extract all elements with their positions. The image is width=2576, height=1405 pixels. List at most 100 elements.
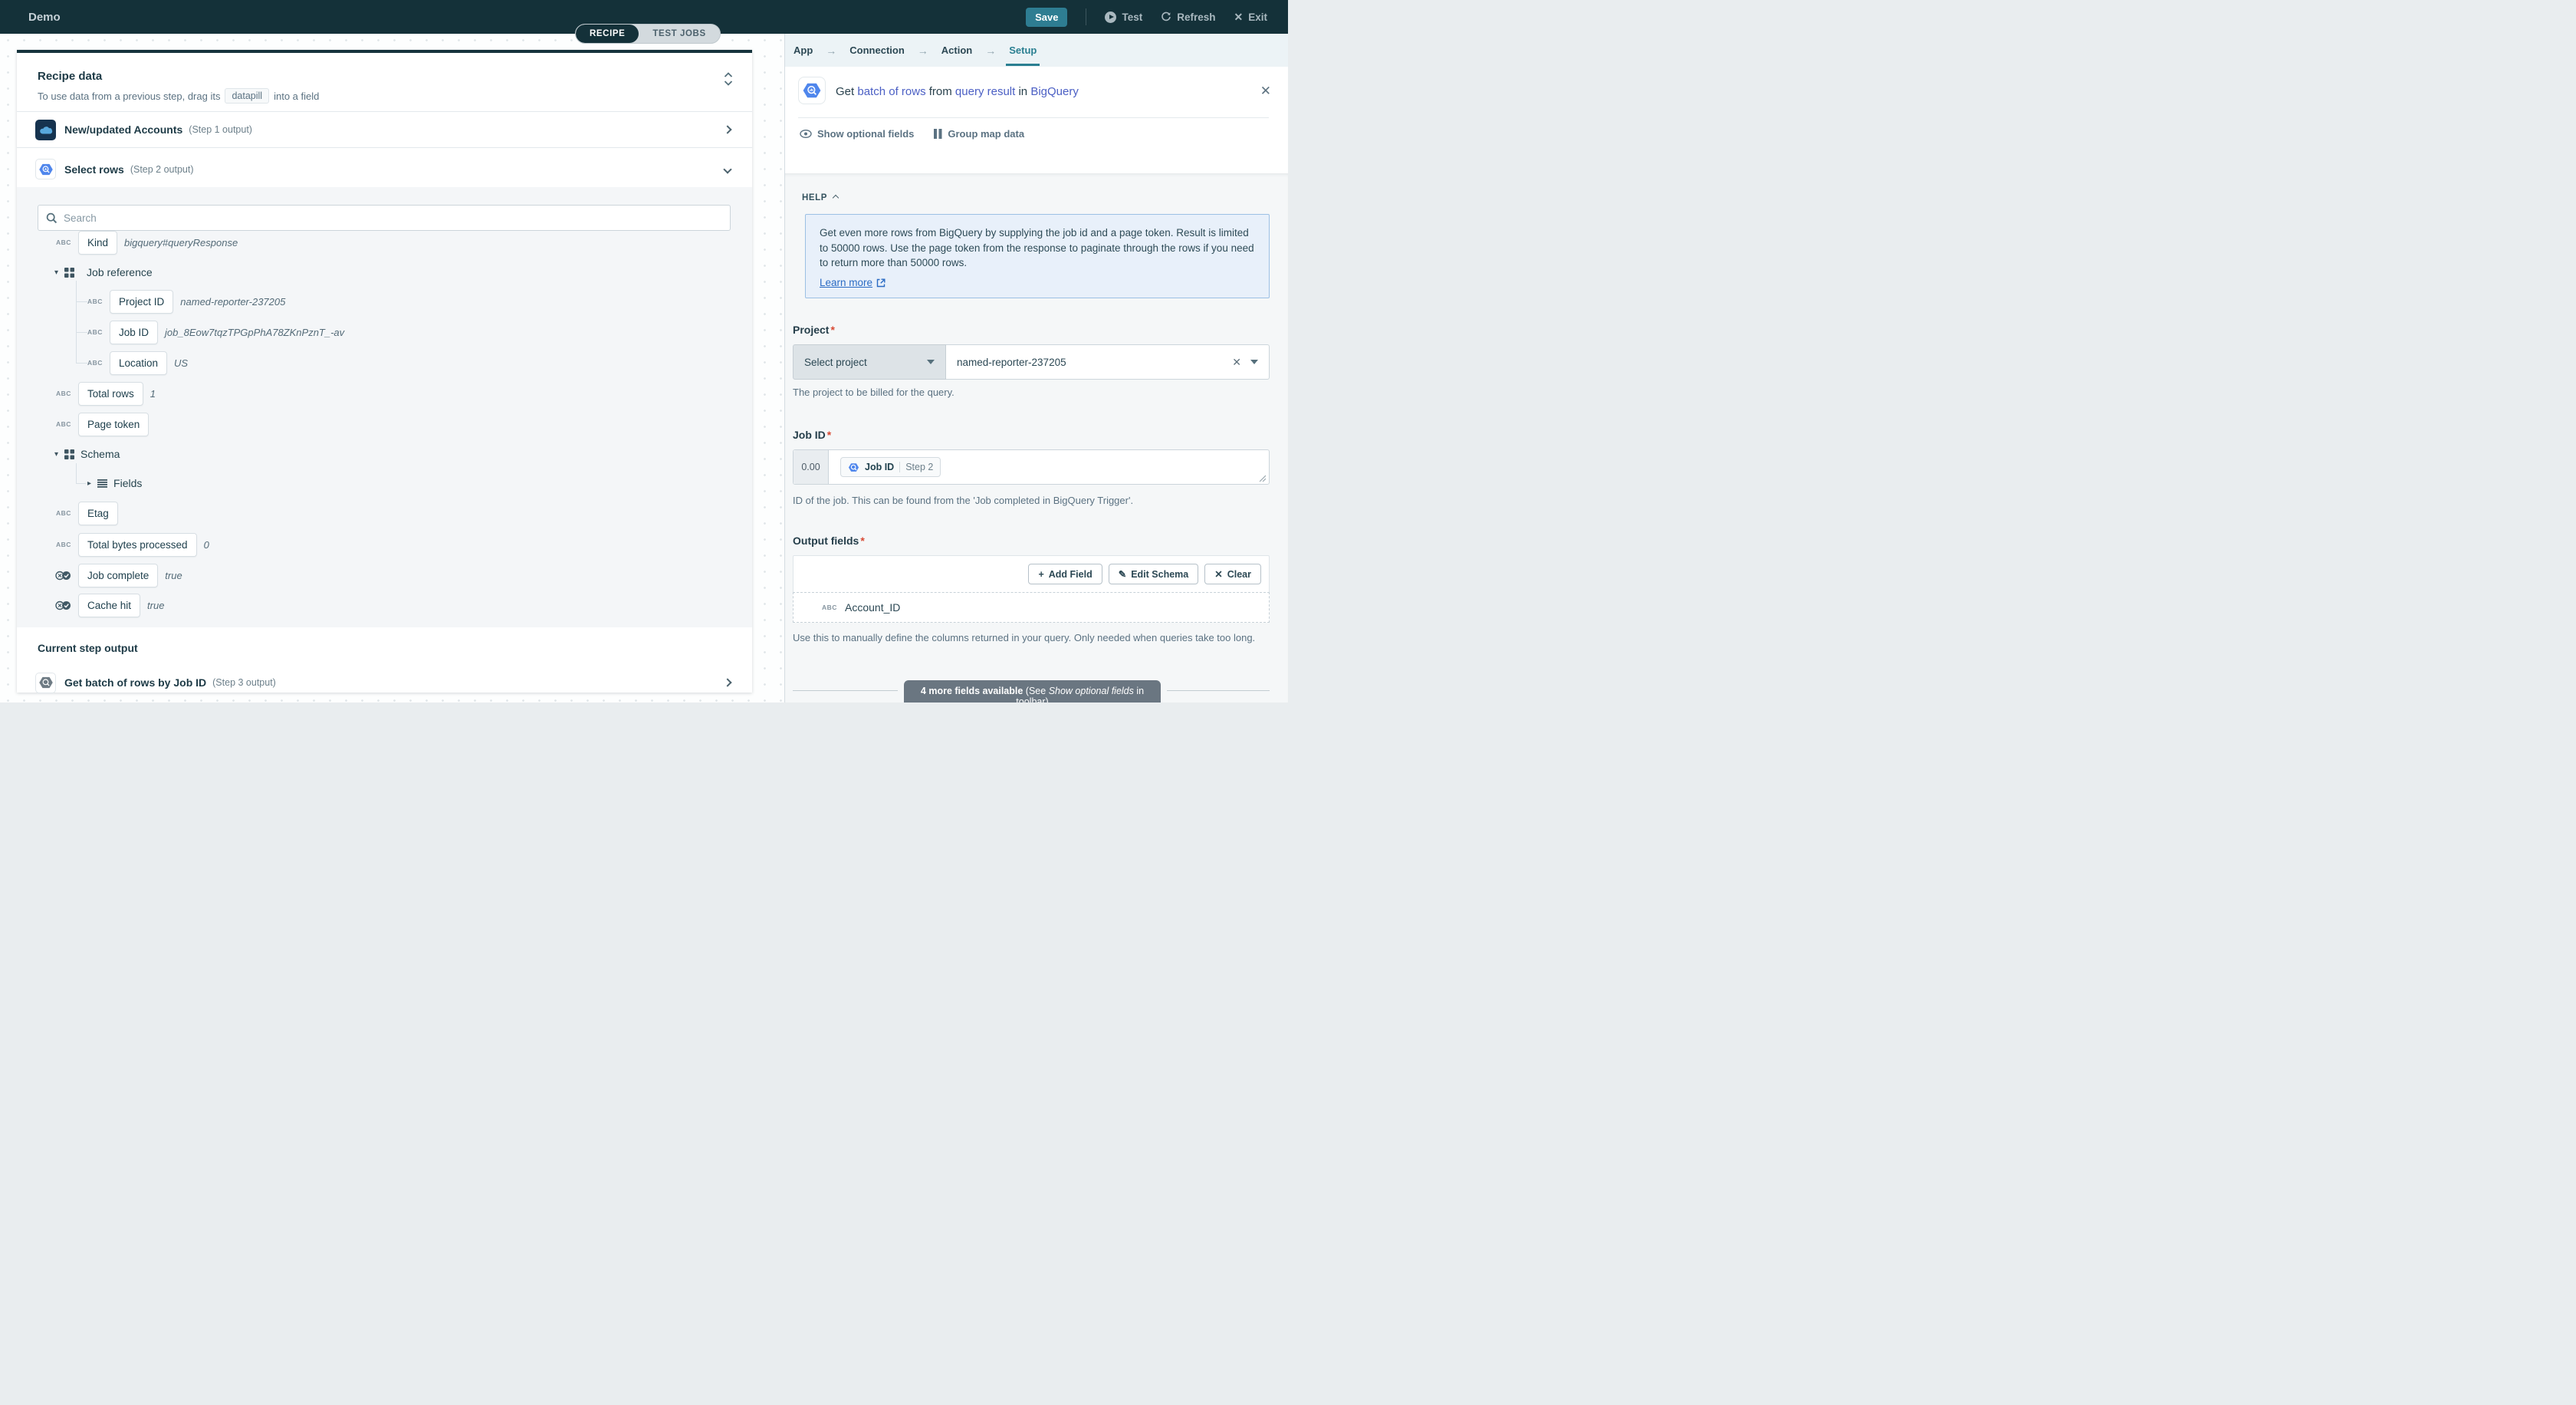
search-input[interactable] <box>64 212 722 224</box>
action-link-batch-of-rows[interactable]: batch of rows <box>857 85 925 98</box>
recipe-data-subtitle: To use data from a previous step, drag i… <box>38 88 319 104</box>
project-helper: The project to be billed for the query. <box>793 387 955 398</box>
step3-label: Get batch of rows by Job ID <box>64 676 206 689</box>
output-fields-helper: Use this to manually define the columns … <box>793 632 1255 643</box>
datapill-row-page-token: ABC Page token <box>56 410 149 438</box>
setup-form: HELP Get even more rows from BigQuery by… <box>785 173 1288 702</box>
collapse-expand-icon[interactable] <box>723 71 734 87</box>
required-asterisk: * <box>860 535 864 547</box>
step3-note: (Step 3 output) <box>212 677 276 688</box>
text-type-icon: ABC <box>822 604 837 611</box>
group-job-reference[interactable]: ▾ Job reference <box>54 262 153 283</box>
datapill-kind[interactable]: Kind <box>78 231 117 255</box>
clear-icon[interactable]: ✕ <box>1232 356 1250 369</box>
learn-more-link[interactable]: Learn more <box>820 277 886 288</box>
close-icon: ✕ <box>1234 11 1244 24</box>
text-type-icon: ABC <box>56 509 71 517</box>
close-panel-icon[interactable]: ✕ <box>1260 84 1271 99</box>
datapill-value: named-reporter-237205 <box>180 296 285 308</box>
divider <box>1167 690 1270 691</box>
datapill-value: 1 <box>150 388 156 400</box>
datapill-cache-hit[interactable]: Cache hit <box>78 594 140 617</box>
tree-line <box>76 363 87 364</box>
job-id-helper: ID of the job. This can be found from th… <box>793 495 1133 506</box>
clear-button[interactable]: ✕ Clear <box>1204 564 1261 584</box>
recipe-data-header: Recipe data To use data from a previous … <box>17 53 752 112</box>
datapill-total-rows[interactable]: Total rows <box>78 382 143 406</box>
job-id-datapill[interactable]: Job ID Step 2 <box>840 457 941 477</box>
text-type-icon: ABC <box>87 359 103 367</box>
text-type-icon: ABC <box>56 390 71 397</box>
step1-output-row[interactable]: New/updated Accounts (Step 1 output) <box>17 112 752 148</box>
add-field-button[interactable]: + Add Field <box>1028 564 1102 584</box>
boolean-type-icon <box>54 600 71 610</box>
refresh-button[interactable]: Refresh <box>1161 12 1215 23</box>
datapill-value: true <box>165 570 182 581</box>
datapill-job-id[interactable]: Job ID <box>110 321 158 344</box>
datapill-location[interactable]: Location <box>110 351 167 375</box>
group-map-data-button[interactable]: Group map data <box>934 128 1024 140</box>
project-select-dropdown[interactable]: Select project <box>793 344 946 380</box>
datapill-chip: datapill <box>225 88 269 104</box>
datapill-job-complete[interactable]: Job complete <box>78 564 158 587</box>
caret-down-icon: ▾ <box>54 268 58 277</box>
required-asterisk: * <box>830 324 834 336</box>
action-link-query-result[interactable]: query result <box>955 85 1015 98</box>
caret-down-icon[interactable] <box>1250 360 1258 364</box>
show-optional-fields-button[interactable]: Show optional fields <box>800 128 914 140</box>
datapill-total-bytes[interactable]: Total bytes processed <box>78 533 197 557</box>
project-value-input[interactable]: named-reporter-237205 ✕ <box>946 344 1270 380</box>
data-type-prefix: 0.00 <box>794 450 829 484</box>
action-link-bigquery[interactable]: BigQuery <box>1030 85 1079 98</box>
chevron-right-icon <box>723 125 731 133</box>
breadcrumb-app[interactable]: App <box>794 44 813 56</box>
breadcrumb-setup[interactable]: Setup <box>1009 44 1037 56</box>
datapill-row-kind: ABC Kind bigquery#queryResponse <box>56 229 238 256</box>
project-field: Select project named-reporter-237205 ✕ <box>793 344 1270 380</box>
close-icon: ✕ <box>1214 568 1222 580</box>
search-icon <box>46 212 58 224</box>
datapill-value: bigquery#queryResponse <box>124 237 238 248</box>
group-fields[interactable]: ▸ Fields <box>87 472 142 494</box>
bigquery-icon <box>848 462 859 473</box>
text-type-icon: ABC <box>87 298 103 305</box>
divider <box>798 117 1269 118</box>
breadcrumb-connection[interactable]: Connection <box>849 44 905 56</box>
view-tabs: RECIPE TEST JOBS <box>575 24 721 44</box>
datapill-row-cache-hit: Cache hit true <box>54 591 164 619</box>
action-title: Get batch of rows from query result in B… <box>836 85 1079 98</box>
test-button[interactable]: Test <box>1105 12 1142 23</box>
datapill-project-id[interactable]: Project ID <box>110 290 173 314</box>
pencil-icon: ✎ <box>1119 568 1126 580</box>
play-icon <box>1105 12 1116 23</box>
output-fields-label: Output fields* <box>793 535 865 547</box>
breadcrumb-action[interactable]: Action <box>941 44 972 56</box>
datapill-row-project-id: ABC Project ID named-reporter-237205 <box>87 288 285 315</box>
step1-label: New/updated Accounts <box>64 123 182 136</box>
save-button[interactable]: Save <box>1026 8 1067 27</box>
edit-schema-button[interactable]: ✎ Edit Schema <box>1109 564 1199 584</box>
text-type-icon: ABC <box>56 239 71 246</box>
datapill-page-token[interactable]: Page token <box>78 413 149 436</box>
chevron-up-icon <box>833 195 839 201</box>
step2-output-row[interactable]: Select rows (Step 2 output) <box>17 151 752 187</box>
tab-test-jobs[interactable]: TEST JOBS <box>639 25 719 43</box>
job-id-label: Job ID* <box>793 429 831 441</box>
datapill-etag[interactable]: Etag <box>78 502 118 525</box>
group-schema[interactable]: ▾ Schema <box>54 443 120 465</box>
tab-recipe[interactable]: RECIPE <box>576 25 639 43</box>
exit-button[interactable]: ✕ Exit <box>1234 11 1268 24</box>
required-asterisk: * <box>827 429 831 441</box>
arrow-right-icon: → <box>985 44 996 57</box>
text-type-icon: ABC <box>56 541 71 548</box>
more-fields-banner: 4 more fields available (See Show option… <box>904 680 1161 702</box>
step3-output-row[interactable]: Get batch of rows by Job ID (Step 3 outp… <box>17 667 752 698</box>
tree-line <box>76 463 77 483</box>
resize-handle-icon[interactable] <box>1259 475 1266 482</box>
help-toggle[interactable]: HELP <box>802 193 838 202</box>
bigquery-gray-icon <box>35 673 56 693</box>
datapill-row-total-bytes: ABC Total bytes processed 0 <box>56 531 209 558</box>
output-field-row[interactable]: ABC Account_ID <box>793 592 1270 623</box>
job-id-input[interactable]: 0.00 Job ID Step 2 <box>793 449 1270 485</box>
salesforce-icon <box>35 120 56 140</box>
